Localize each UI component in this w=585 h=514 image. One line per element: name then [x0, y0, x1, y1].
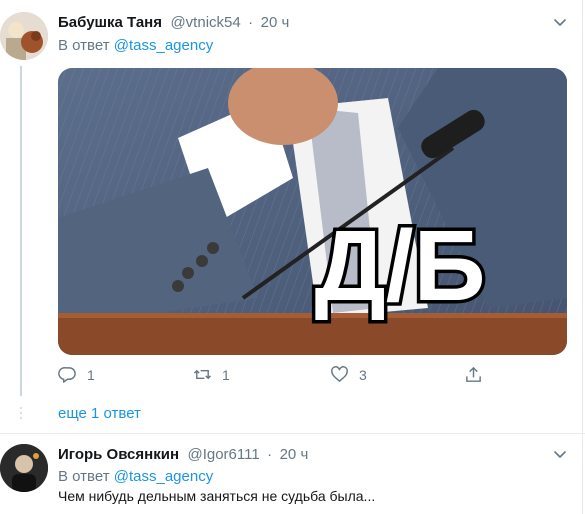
reply-prefix: В ответ	[58, 468, 110, 485]
tweet-1[interactable]: Бабушка Таня @vtnick54 · 20 ч В ответ @t…	[0, 0, 585, 433]
reply-to-link[interactable]: @tass_agency	[114, 37, 213, 54]
share-button[interactable]	[464, 365, 483, 384]
thread-dots	[19, 404, 23, 424]
media-image[interactable]: Д/Б	[58, 68, 567, 355]
reply-context: В ответ @tass_agency	[58, 37, 213, 54]
like-button[interactable]: 3	[330, 365, 367, 384]
retweet-button[interactable]: 1	[193, 365, 230, 384]
chevron-down-icon[interactable]	[552, 14, 568, 30]
like-count: 3	[359, 366, 367, 383]
handle[interactable]: @Igor6111	[187, 446, 259, 463]
show-more-replies-link[interactable]: еще 1 ответ	[58, 405, 141, 422]
thread-line	[20, 66, 22, 396]
tweet-2[interactable]: Игорь Овсянкин @Igor6111 · 20 ч В ответ …	[0, 434, 585, 514]
display-name[interactable]: Бабушка Таня	[58, 14, 162, 31]
avatar[interactable]	[0, 12, 48, 60]
reply-button[interactable]: 1	[58, 365, 95, 384]
timestamp[interactable]: 20 ч	[280, 446, 309, 463]
separator: ·	[248, 14, 254, 31]
reply-prefix: В ответ	[58, 37, 110, 54]
display-name[interactable]: Игорь Овсянкин	[58, 446, 179, 463]
avatar-image	[0, 12, 48, 60]
handle[interactable]: @vtnick54	[170, 14, 240, 31]
chevron-down-icon[interactable]	[552, 446, 568, 462]
reply-icon	[58, 367, 76, 383]
avatar-image	[0, 444, 48, 492]
timestamp[interactable]: 20 ч	[261, 14, 290, 31]
share-icon	[466, 366, 481, 382]
like-icon	[331, 366, 348, 382]
meme-photo: Д/Б	[58, 68, 567, 355]
avatar[interactable]	[0, 444, 48, 492]
media-caption: Д/Б	[315, 210, 486, 322]
tweet-text: Чем нибудь дельным заняться не судьба бы…	[58, 488, 376, 504]
retweet-icon	[193, 369, 212, 380]
reply-to-link[interactable]: @tass_agency	[114, 468, 213, 485]
retweet-count: 1	[222, 366, 230, 383]
reply-count: 1	[87, 366, 95, 383]
reply-context: В ответ @tass_agency	[58, 468, 213, 485]
separator: ·	[267, 446, 273, 463]
tweet-actions: 1 1 3	[58, 365, 498, 385]
